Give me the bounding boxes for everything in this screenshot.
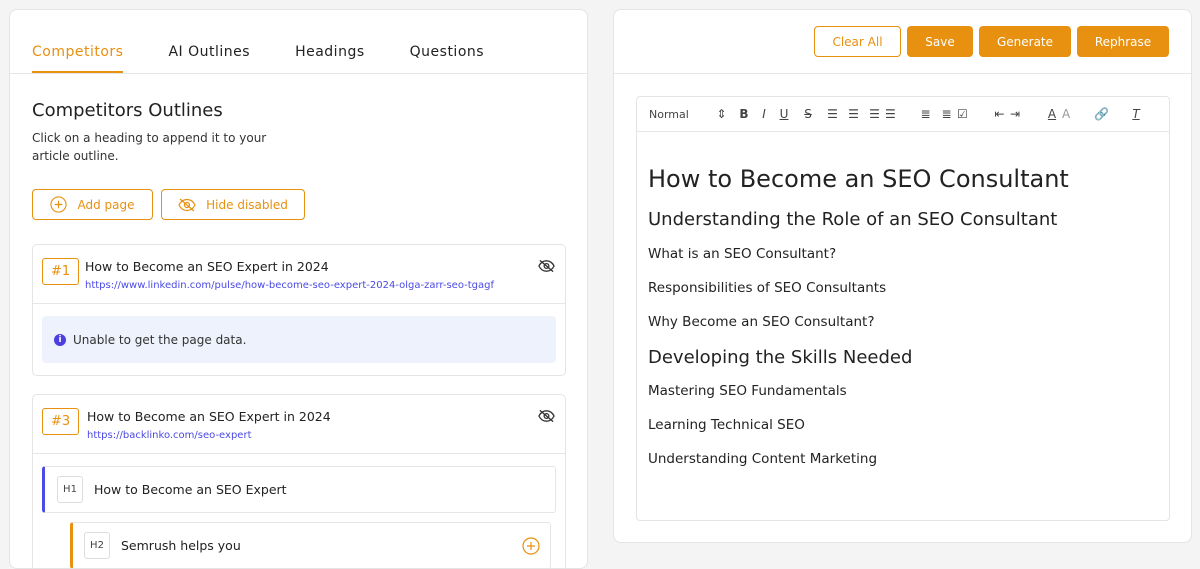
align-right-icon[interactable]: ☰ (864, 107, 885, 121)
plus-circle-icon[interactable] (522, 537, 540, 555)
content-heading-h1[interactable]: How to Become an SEO Consultant (648, 165, 1158, 193)
underline-icon[interactable]: U (774, 107, 794, 121)
outdent-icon[interactable]: ⇤ (989, 107, 1010, 121)
card-title: How to Become an SEO Expert in 2024 (87, 409, 331, 424)
info-text: Unable to get the page data. (73, 333, 246, 347)
align-justify-icon[interactable]: ☰ (885, 107, 915, 121)
competitor-card[interactable]: #3 How to Become an SEO Expert in 2024 h… (32, 394, 566, 569)
tab-competitors[interactable]: Competitors (32, 10, 123, 73)
hide-disabled-button[interactable]: Hide disabled (161, 189, 305, 220)
editor-toolbar: Normal ⇕ B I U S ☰ ☰ ☰ ☰ ≣ ≣ ☑ ⇤ ⇥ A A 🔗… (637, 97, 1169, 132)
heading-row[interactable]: H2 Semrush helps you (70, 522, 551, 569)
link-icon[interactable]: 🔗 (1094, 107, 1126, 121)
card-title: How to Become an SEO Expert in 2024 (85, 259, 329, 274)
background-color-icon[interactable]: A (1062, 107, 1094, 121)
content-heading-h2[interactable]: Developing the Skills Needed (648, 347, 1158, 368)
info-icon: i (54, 334, 66, 346)
checklist-icon[interactable]: ☑ (957, 107, 989, 121)
italic-icon[interactable]: I (754, 107, 774, 121)
editor-content[interactable]: How to Become an SEO Consultant Understa… (637, 165, 1169, 467)
card-url[interactable]: https://backlinko.com/seo-expert (87, 430, 252, 441)
content-heading-h3[interactable]: Responsibilities of SEO Consultants (648, 280, 1158, 296)
rank-badge: #1 (42, 258, 79, 285)
tab-headings[interactable]: Headings (295, 10, 365, 73)
content-heading-h3[interactable]: Why Become an SEO Consultant? (648, 314, 1158, 330)
heading-tag: H1 (57, 476, 83, 503)
content-heading-h2[interactable]: Understanding the Role of an SEO Consult… (648, 209, 1158, 230)
strikethrough-icon[interactable]: S (794, 107, 822, 121)
content-heading-h3[interactable]: Learning Technical SEO (648, 417, 1158, 433)
select-arrows-icon[interactable]: ⇕ (709, 107, 734, 121)
align-center-icon[interactable]: ☰ (843, 107, 864, 121)
tab-ai-outlines[interactable]: AI Outlines (168, 10, 250, 73)
heading-row[interactable]: H1 How to Become an SEO Expert (42, 466, 556, 513)
add-page-label: Add page (77, 198, 134, 212)
hide-disabled-label: Hide disabled (206, 198, 288, 212)
competitor-card[interactable]: #1 How to Become an SEO Expert in 2024 h… (32, 244, 566, 376)
editor-panel: Clear All Save Generate Rephrase Normal … (613, 9, 1192, 543)
rank-badge: #3 (42, 408, 79, 435)
heading-tag: H2 (84, 532, 110, 559)
content-heading-h3[interactable]: What is an SEO Consultant? (648, 246, 1158, 262)
rich-text-editor[interactable]: Normal ⇕ B I U S ☰ ☰ ☰ ☰ ≣ ≣ ☑ ⇤ ⇥ A A 🔗… (636, 96, 1170, 521)
eye-off-icon[interactable] (538, 409, 555, 423)
indent-icon[interactable]: ⇥ (1010, 107, 1042, 121)
rephrase-button[interactable]: Rephrase (1077, 26, 1169, 57)
align-left-icon[interactable]: ☰ (822, 107, 843, 121)
clear-all-button[interactable]: Clear All (814, 26, 901, 57)
info-message: i Unable to get the page data. (42, 316, 556, 363)
content-heading-h3[interactable]: Understanding Content Marketing (648, 451, 1158, 467)
bullet-list-icon[interactable]: ≣ (936, 107, 957, 121)
generate-button[interactable]: Generate (979, 26, 1071, 57)
text-color-icon[interactable]: A (1042, 107, 1062, 121)
content-heading-h3[interactable]: Mastering SEO Fundamentals (648, 383, 1158, 399)
ordered-list-icon[interactable]: ≣ (915, 107, 936, 121)
description: Click on a heading to append it to your … (32, 129, 302, 165)
format-select[interactable]: Normal (649, 108, 709, 121)
eye-off-icon[interactable] (538, 259, 555, 273)
plus-circle-icon (50, 196, 67, 213)
clear-format-icon[interactable]: T (1126, 107, 1146, 121)
card-url[interactable]: https://www.linkedin.com/pulse/how-becom… (85, 280, 494, 291)
tab-questions[interactable]: Questions (410, 10, 484, 73)
tab-bar: Competitors AI Outlines Headings Questio… (10, 10, 587, 74)
eye-off-icon (178, 198, 196, 212)
competitors-panel: Competitors AI Outlines Headings Questio… (9, 9, 588, 569)
save-button[interactable]: Save (907, 26, 973, 57)
bold-icon[interactable]: B (734, 107, 754, 121)
heading-text: How to Become an SEO Expert (94, 482, 287, 497)
page-title: Competitors Outlines (32, 100, 223, 121)
add-page-button[interactable]: Add page (32, 189, 153, 220)
